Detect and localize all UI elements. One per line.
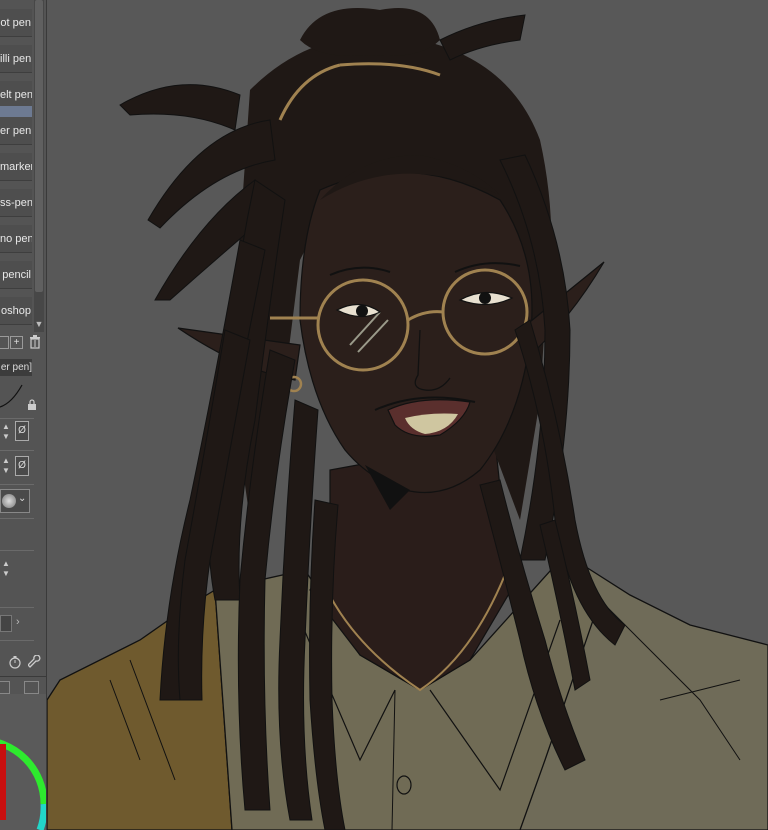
panel-tab-icon[interactable] (24, 681, 39, 694)
add-icon[interactable]: + (10, 336, 23, 349)
texture-swatch (2, 494, 16, 508)
divider (0, 640, 34, 641)
character-illustration (47, 0, 768, 830)
tool-item-marker-pen[interactable]: er pen (0, 117, 32, 145)
tool-item-gloss-pen[interactable]: ss-pen (0, 189, 32, 217)
drawing-canvas[interactable] (47, 0, 768, 830)
scrollbar-thumb[interactable] (35, 0, 43, 292)
chevron-down-icon: ⌄ (18, 493, 27, 504)
opacity-stepper[interactable]: ▲ ▼ (0, 456, 12, 478)
stopwatch-icon[interactable] (8, 655, 22, 669)
brush-size-reset-button[interactable]: Ø (15, 421, 29, 441)
brush-texture-dropdown[interactable]: ⌄ (0, 489, 30, 513)
tool-list-scrollbar[interactable]: ▼ (34, 0, 44, 332)
divider (0, 450, 34, 451)
tool-item-milli-pen[interactable]: illi pen (0, 45, 32, 73)
divider (0, 550, 34, 551)
wrench-icon[interactable] (27, 654, 42, 669)
slider-box[interactable] (0, 615, 12, 632)
color-wheel-icon[interactable] (0, 694, 46, 830)
tool-item-pencil[interactable]: pencil (0, 261, 32, 289)
left-tool-panel: ot pen illi pen elt pen er pen marker ss… (0, 0, 47, 830)
tool-item-dot-pen[interactable]: ot pen (0, 9, 32, 37)
copy-icon[interactable] (0, 336, 9, 349)
tool-item-felt-pen[interactable]: elt pen (0, 81, 32, 109)
tool-item-photoshop[interactable]: oshop (0, 297, 32, 325)
stabilization-stepper[interactable]: ▲ ▼ (0, 559, 12, 581)
divider (0, 607, 34, 608)
divider (0, 676, 46, 677)
tool-item-marker[interactable]: marker (0, 153, 32, 181)
panel-tab-icon[interactable] (0, 681, 10, 694)
divider (0, 518, 34, 519)
delete-icon[interactable] (29, 335, 41, 349)
scroll-down-arrow-icon[interactable]: ▼ (34, 318, 44, 330)
divider (0, 418, 34, 419)
divider (0, 484, 34, 485)
tool-item-mono-pen[interactable]: no pen (0, 225, 32, 253)
lock-icon[interactable] (27, 398, 37, 410)
brush-size-stepper[interactable]: ▲ ▼ (0, 422, 12, 444)
subtool-detail-tab[interactable]: er pen] (0, 359, 32, 376)
opacity-reset-button[interactable]: Ø (15, 456, 29, 476)
chevron-right-icon[interactable]: › (16, 616, 20, 628)
